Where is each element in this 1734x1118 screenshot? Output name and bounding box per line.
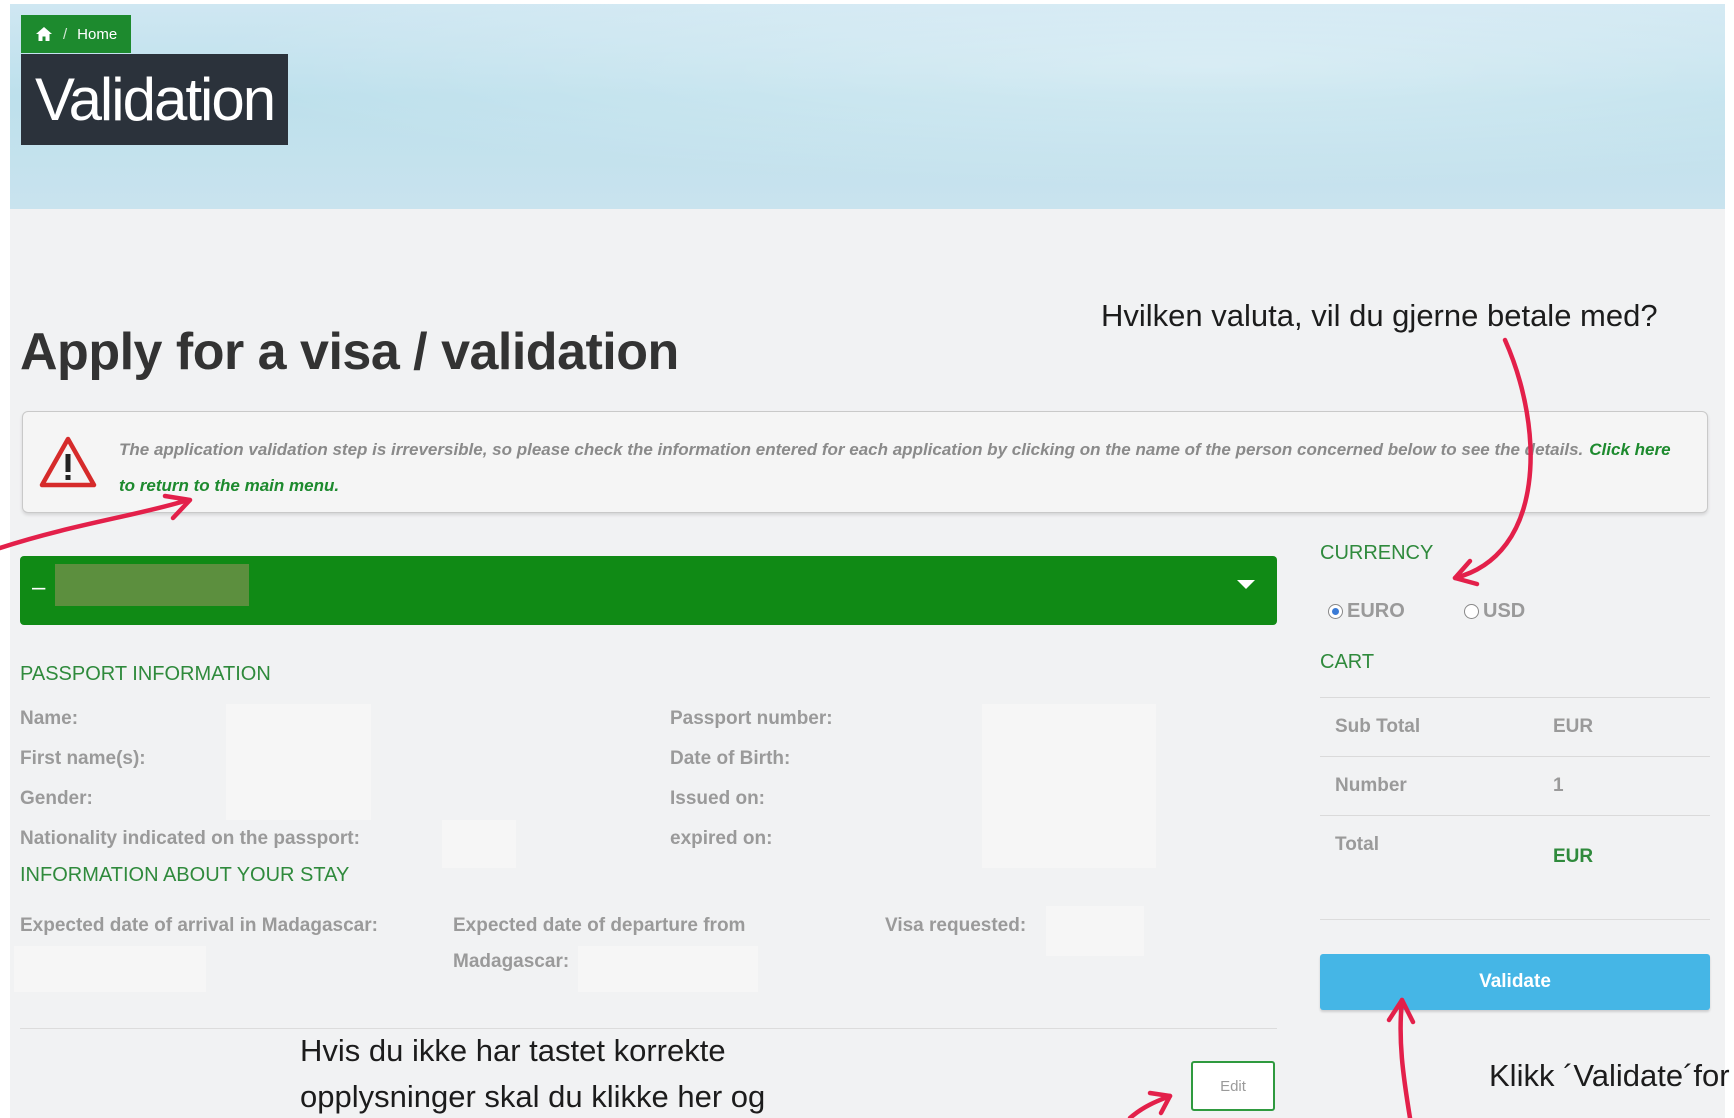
- euro-label[interactable]: EURO: [1347, 600, 1405, 623]
- currency-annotation: Hvilken valuta, vil du gjerne betale med…: [1101, 298, 1658, 333]
- collapse-toggle[interactable]: –: [32, 574, 45, 602]
- total-label: Total: [1335, 834, 1379, 855]
- currency-option-usd[interactable]: USD: [1464, 600, 1525, 623]
- cart-divider: [1320, 919, 1710, 920]
- cart-row-number: Number 1: [1320, 756, 1710, 817]
- passport-values-redacted: [226, 704, 371, 820]
- issued-on-label: Issued on:: [670, 788, 766, 809]
- gender-label: Gender:: [20, 788, 93, 809]
- euro-radio[interactable]: [1328, 604, 1343, 619]
- edit-button[interactable]: Edit: [1191, 1061, 1275, 1111]
- subtotal-label: Sub Total: [1335, 716, 1421, 737]
- passport-section-title: PASSPORT INFORMATION: [20, 663, 271, 685]
- home-icon[interactable]: [35, 26, 53, 42]
- applicant-name-redacted: [55, 564, 249, 606]
- alert-message: The application validation step is irrev…: [119, 440, 1584, 459]
- breadcrumb-separator: /: [63, 25, 68, 43]
- arrival-date-redacted: [14, 946, 206, 992]
- banner-title: Validation: [21, 54, 289, 145]
- currency-title: CURRENCY: [1320, 542, 1434, 564]
- nationality-value-redacted: [442, 820, 516, 868]
- currency-option-euro[interactable]: EURO: [1328, 600, 1405, 623]
- total-value: EUR: [1553, 846, 1594, 867]
- page-title: Apply for a visa / validation: [20, 323, 679, 381]
- breadcrumb-home-link[interactable]: Home: [77, 26, 117, 43]
- passport-number-label: Passport number:: [670, 708, 833, 729]
- passport-details-redacted: [982, 704, 1156, 868]
- warning-alert: The application validation step is irrev…: [22, 411, 1708, 513]
- edit-annotation: Hvis du ikke har tastet korrekte opplysn…: [300, 1033, 766, 1114]
- validate-annotation: Klikk ´Validate´for å betale: [1489, 1058, 1734, 1093]
- validate-button[interactable]: Validate: [1320, 954, 1710, 1010]
- alert-message-container: The application validation step is irrev…: [119, 432, 1677, 504]
- nationality-label: Nationality indicated on the passport:: [20, 828, 360, 849]
- cart-row-total: Total EUR: [1320, 815, 1710, 920]
- warning-icon: [39, 436, 97, 488]
- name-label: Name:: [20, 708, 79, 729]
- first-names-label: First name(s):: [20, 748, 146, 769]
- number-label: Number: [1335, 775, 1407, 796]
- applicant-accordion-header[interactable]: –: [20, 556, 1277, 625]
- visa-requested-label: Visa requested:: [885, 915, 1027, 936]
- breadcrumb: / Home: [21, 15, 132, 53]
- number-value: 1: [1553, 775, 1564, 796]
- usd-radio[interactable]: [1464, 604, 1479, 619]
- caret-down-icon[interactable]: [1237, 580, 1255, 589]
- arrival-date-label: Expected date of arrival in Madagascar:: [20, 915, 378, 936]
- visa-requested-redacted: [1046, 906, 1144, 956]
- date-of-birth-label: Date of Birth:: [670, 748, 791, 769]
- cart-title: CART: [1320, 651, 1375, 673]
- cart-row-subtotal: Sub Total EUR: [1320, 697, 1710, 758]
- subtotal-value: EUR: [1553, 716, 1594, 737]
- departure-date-redacted: [578, 946, 758, 992]
- usd-label[interactable]: USD: [1483, 600, 1525, 623]
- stay-section-title: INFORMATION ABOUT YOUR STAY: [20, 864, 350, 886]
- expired-on-label: expired on:: [670, 828, 773, 849]
